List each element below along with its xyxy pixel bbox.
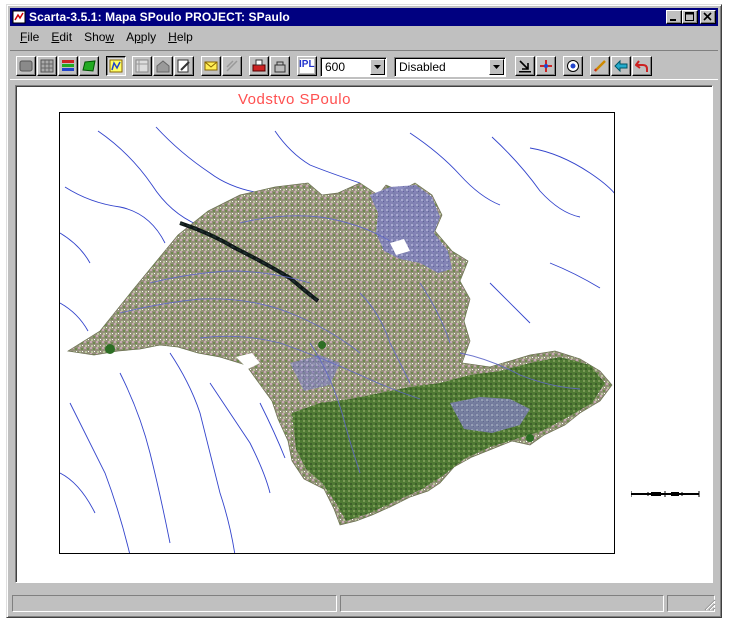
map-title: Vodstvo SPoulo [238,91,351,108]
pencil-icon [594,60,606,72]
save-button[interactable] [270,56,290,76]
menu-help-mnemonic: H [168,29,177,44]
menu-bar: File Edit Show Apply Help [10,27,718,46]
scale-select[interactable]: 600 [320,57,387,77]
menu-apply-label-b: ply [140,29,157,44]
minimize-icon [670,19,676,21]
layer-gray-button[interactable] [16,56,36,76]
grid-button[interactable] [37,56,57,76]
table-icon [135,59,149,73]
target-icon [567,60,579,72]
back-button[interactable] [611,56,631,76]
layer-gray-icon [19,60,33,72]
region-select-button[interactable] [106,56,126,76]
menu-apply[interactable]: Apply [120,30,162,44]
map-frame[interactable] [59,112,615,554]
close-button[interactable] [700,10,716,24]
menu-file-label: ile [27,29,40,44]
menu-show-label: Sho [84,29,106,44]
polygon-button[interactable] [79,56,99,76]
menu-edit-label: dit [59,29,73,44]
menu-help-label: elp [176,29,193,44]
app-icon[interactable] [12,10,26,24]
envelope-icon [204,61,218,71]
line-tool-icon [226,60,238,72]
message-button[interactable] [201,56,221,76]
arrow-down-right-icon [519,60,531,73]
layers-button[interactable] [58,56,78,76]
maximize-button[interactable] [682,10,698,24]
chevron-down-icon [493,65,500,69]
house-icon [156,60,170,73]
minimize-button[interactable] [666,10,682,24]
menu-apply-label-a: A [126,29,135,44]
scale-dropdown-button[interactable] [370,59,385,75]
zoom-button[interactable] [563,56,583,76]
mode-select-value: Disabled [399,60,446,74]
undo-button[interactable] [632,56,652,76]
menu-apply-mnemonic: p [134,29,141,44]
close-icon [703,12,712,21]
mode-dropdown-button[interactable] [489,59,504,75]
layers-icon [62,60,74,71]
grid-icon [40,59,54,73]
menu-show[interactable]: Show [78,30,120,44]
download-button[interactable] [515,56,535,76]
title-bar[interactable]: Scarta-3.5.1: Mapa SPoulo PROJECT: SPaul… [10,8,718,26]
menu-show-mnemonic: w [105,29,115,44]
status-pane-main [12,595,337,612]
lock-icon [274,61,286,73]
map-image [60,126,614,553]
scale-select-value: 600 [325,60,346,74]
green-shape-icon [82,60,96,72]
menu-help[interactable]: Help [162,30,199,44]
ipl-button[interactable]: IPL [297,56,317,76]
pan-button[interactable] [536,56,556,76]
map-canvas[interactable]: Vodstvo SPoulo [15,85,713,583]
toolbar: IPL 600 Disabled [10,50,718,80]
region-select-icon [109,59,123,73]
printer-icon [252,59,266,72]
chevron-down-icon [374,65,381,69]
move-arrows-icon [540,60,552,72]
status-pane-coords [340,595,664,612]
window-title: Scarta-3.5.1: Mapa SPoulo PROJECT: SPaul… [29,10,290,24]
undo-icon [635,60,648,72]
print-button[interactable] [249,56,269,76]
arrow-left-icon [614,59,628,73]
status-bar [10,593,718,613]
house-button[interactable] [153,56,173,76]
mode-select[interactable]: Disabled [394,57,506,77]
ipl-label: IPL [299,59,315,70]
edit-doc-button[interactable] [174,56,194,76]
menu-file[interactable]: File [14,30,45,44]
scale-bar [631,491,700,497]
draw-line-button[interactable] [590,56,610,76]
line-tool-button[interactable] [222,56,242,76]
resize-grip-icon[interactable] [704,599,716,611]
menu-edit[interactable]: Edit [45,30,78,44]
maximize-icon [685,12,694,21]
table-button[interactable] [132,56,152,76]
app-window: Scarta-3.5.1: Mapa SPoulo PROJECT: SPaul… [6,4,722,618]
edit-doc-icon [177,59,190,73]
